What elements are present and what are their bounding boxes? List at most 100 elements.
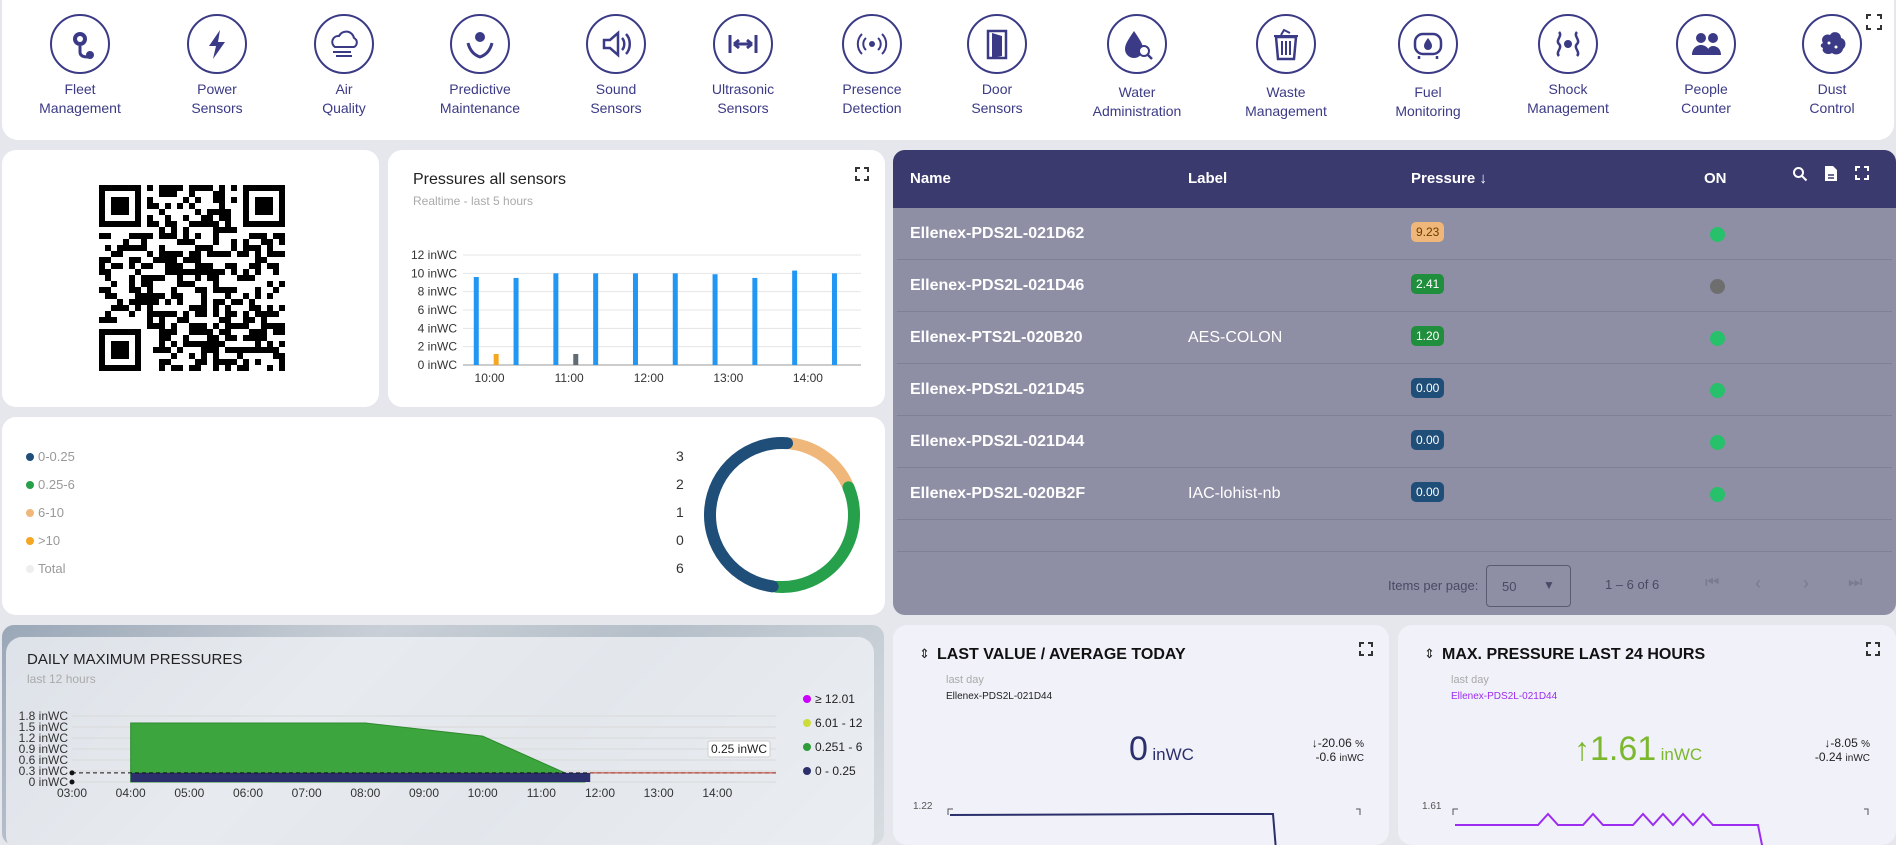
top-navigation: Fleet Management Power Sensors Air Quality Pre…: [2, 0, 1894, 140]
nav-item-label: Dust Control: [1809, 81, 1855, 116]
nav-item-label: Fuel Monitoring: [1395, 84, 1461, 119]
nav-item-label: Presence Detection: [842, 81, 902, 116]
x-tick-label: 11:00: [555, 371, 584, 385]
nav-item-air-quality[interactable]: Air Quality: [284, 14, 404, 118]
nav-item-label: Door Sensors: [971, 81, 1023, 116]
bar: [672, 273, 678, 365]
legend-swatch: [26, 537, 34, 545]
presence-detection-icon: [842, 14, 902, 74]
legend-count: 2: [676, 476, 684, 492]
nav-item-label: Fleet Management: [39, 81, 121, 116]
legend-item[interactable]: >10: [26, 533, 60, 548]
table-row[interactable]: Ellenex-PDS2L-021D46 2.41: [897, 260, 1892, 312]
fullscreen-icon[interactable]: [1866, 14, 1882, 30]
ultrasonic-sensors-icon: [713, 14, 773, 74]
table-row[interactable]: Ellenex-PDS2L-021D45 0.00: [897, 364, 1892, 416]
x-tick-label: 11:00: [527, 786, 556, 800]
x-tick-label: 14:00: [793, 371, 823, 385]
bar: [752, 277, 758, 365]
baseline-marker: [69, 779, 75, 785]
y-tick-label: 0 inWC: [418, 358, 458, 372]
items-per-page-select[interactable]: 50 ▼: [1486, 565, 1571, 607]
last-page-icon[interactable]: ⏭: [1848, 574, 1862, 592]
status-dot: [1710, 331, 1725, 346]
legend-count: 6: [676, 560, 684, 576]
water-administration-icon: [1107, 14, 1167, 74]
pressure-distribution-card: 0-0.25 3 0.25-6 2 6-10 1 >10 0 Total 6: [2, 417, 885, 615]
table-row[interactable]: Ellenex-PDS2L-020B2F IAC-lohist-nb 0.00: [897, 468, 1892, 520]
legend-count: 0: [676, 532, 684, 548]
nav-item-water-administration[interactable]: Water Administration: [1077, 14, 1197, 121]
column-header-name[interactable]: Name: [910, 170, 951, 187]
sort-arrow-down-icon: ↓: [1479, 170, 1487, 187]
pressure-badge: 2.41: [1411, 274, 1445, 294]
bar: [513, 277, 519, 365]
x-tick-label: 10:00: [475, 371, 505, 385]
nav-item-fuel-monitoring[interactable]: Fuel Monitoring: [1368, 14, 1488, 121]
x-tick-label: 10:00: [468, 786, 498, 800]
nav-item-ultrasonic-sensors[interactable]: Ultrasonic Sensors: [683, 14, 803, 118]
legend-swatch: [26, 453, 34, 461]
nav-item-label: Shock Management: [1527, 81, 1609, 116]
bar: [632, 273, 638, 365]
nav-item-fleet-management[interactable]: Fleet Management: [20, 14, 140, 118]
x-tick-label: 13:00: [713, 371, 743, 385]
column-header-pressure[interactable]: Pressure ↓: [1411, 170, 1487, 187]
pressure-badge: 1.20: [1411, 326, 1445, 346]
fullscreen-icon[interactable]: [1855, 166, 1869, 180]
nav-item-people-counter[interactable]: People Counter: [1646, 14, 1766, 118]
nav-item-sound-sensors[interactable]: Sound Sensors: [556, 14, 676, 118]
cell-name: Ellenex-PDS2L-021D45: [910, 381, 1085, 398]
x-tick-label: 13:00: [644, 786, 674, 800]
cell-name: Ellenex-PDS2L-021D46: [910, 277, 1085, 294]
legend-item[interactable]: Total: [26, 561, 65, 576]
legend-item[interactable]: 0-0.25: [26, 449, 75, 464]
x-tick-label: 05:00: [174, 786, 204, 800]
status-dot: [1710, 435, 1725, 450]
nav-item-presence-detection[interactable]: Presence Detection: [812, 14, 932, 118]
table-row[interactable]: Ellenex-PDS2L-021D44 0.00: [897, 416, 1892, 468]
nav-item-door-sensors[interactable]: Door Sensors: [937, 14, 1057, 118]
export-file-icon[interactable]: [1824, 165, 1838, 182]
next-page-icon[interactable]: ›: [1803, 573, 1809, 594]
table-row[interactable]: Ellenex-PDS2L-021D62 9.23: [897, 208, 1892, 260]
nav-item-label: Ultrasonic Sensors: [711, 81, 775, 116]
nav-item-label: Waste Management: [1245, 84, 1327, 119]
column-header-label[interactable]: Label: [1188, 170, 1227, 187]
nav-item-predictive-maintenance[interactable]: Predictive Maintenance: [420, 14, 540, 118]
dust-control-icon: [1802, 14, 1862, 74]
nav-item-label: Power Sensors: [191, 81, 243, 116]
column-header-on[interactable]: ON: [1704, 170, 1727, 187]
bar: [493, 354, 499, 365]
legend-label: 0-0.25: [38, 449, 75, 464]
first-page-icon[interactable]: ⏮: [1705, 574, 1719, 592]
previous-page-icon[interactable]: ‹: [1755, 573, 1761, 594]
fleet-management-icon: [50, 14, 110, 74]
pressure-badge: 0.00: [1411, 378, 1445, 398]
bar: [712, 274, 718, 365]
y-tick-label: 1.8 inWC: [19, 709, 69, 723]
status-dot: [1710, 487, 1725, 502]
nav-item-waste-management[interactable]: Waste Management: [1226, 14, 1346, 121]
legend-item[interactable]: 0.25-6: [26, 477, 75, 492]
x-tick-label: 14:00: [702, 786, 732, 800]
threshold-marker: [69, 770, 75, 776]
search-icon[interactable]: [1792, 166, 1808, 182]
air-quality-icon: [314, 14, 374, 74]
table-row[interactable]: Ellenex-PTS2L-020B20 AES-COLON 1.20: [897, 312, 1892, 364]
table-paginator: Items per page: 50 ▼ 1 – 6 of 6 ⏮ ‹ › ⏭: [893, 560, 1896, 615]
x-tick-label: 06:00: [233, 786, 263, 800]
nav-item-label: People Counter: [1681, 81, 1731, 116]
legend-label: 0.25-6: [38, 477, 75, 492]
max-pressure-sparkline: [1452, 808, 1869, 845]
nav-item-power-sensors[interactable]: Power Sensors: [157, 14, 277, 118]
nav-item-shock-management[interactable]: Shock Management: [1508, 14, 1628, 118]
sound-sensors-icon: [586, 14, 646, 74]
legend-item[interactable]: 6-10: [26, 505, 64, 520]
bar: [473, 277, 479, 365]
predictive-maintenance-icon: [450, 14, 510, 74]
legend-label: >10: [38, 533, 61, 548]
bar: [553, 273, 559, 365]
door-sensors-icon: [967, 14, 1027, 74]
x-tick-label: 07:00: [292, 786, 322, 800]
